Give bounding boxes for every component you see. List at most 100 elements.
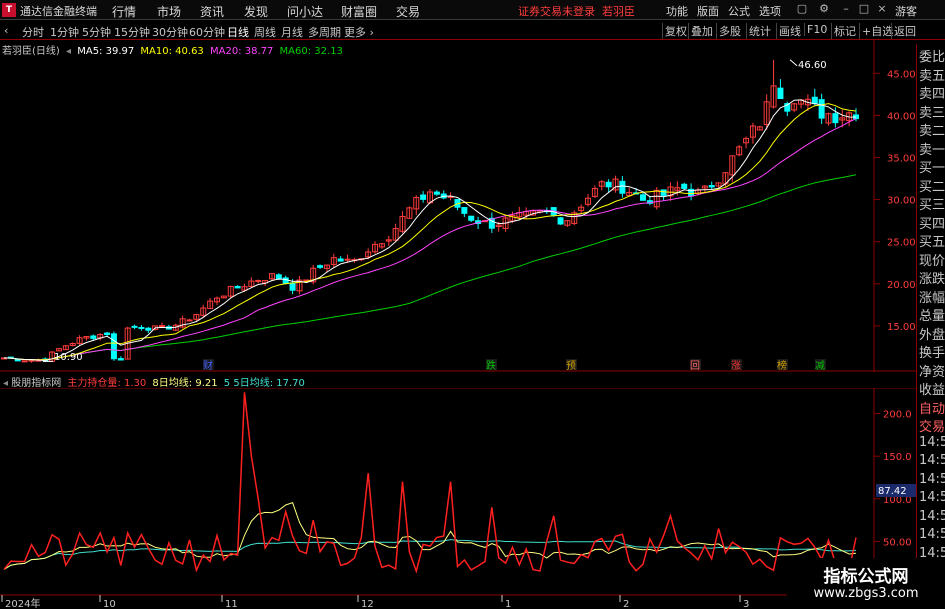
candle-body — [818, 99, 825, 119]
candle-body — [282, 277, 289, 285]
candle-body — [605, 181, 612, 188]
quote-panel-item: 14:56 — [919, 490, 945, 505]
period-intraday[interactable]: 分时 — [22, 24, 44, 40]
period-5min[interactable]: 5分钟 — [82, 24, 111, 40]
low-price-label: 10.90 — [54, 352, 83, 363]
ma-lines — [3, 59, 857, 362]
quote-panel-item: 14:56 — [919, 471, 945, 487]
candle-body — [289, 282, 296, 291]
quote-panel-item: 14:56 — [919, 453, 945, 468]
quote-panel-item: 交易 — [919, 420, 945, 435]
indicator-tick-label: 50.00 — [883, 537, 912, 548]
quote-panel-item: 换手 — [919, 346, 945, 361]
date-tick-label: 2 — [623, 599, 629, 609]
indicator-ma8-line — [3, 501, 857, 570]
tool-back[interactable]: 返回 — [891, 23, 918, 39]
event-marker-label: 跌 — [486, 359, 496, 372]
quote-panel-item: 卖二 — [919, 124, 945, 139]
layout-icon[interactable]: ▢ — [795, 2, 809, 16]
period-monthly[interactable]: 月线 — [281, 24, 303, 40]
back-arrow-icon[interactable]: ‹ — [4, 24, 8, 37]
candle-body — [468, 215, 475, 221]
event-marker-label: 回 — [690, 360, 700, 372]
quote-panel-item: 外盘 — [919, 327, 945, 343]
period-60min[interactable]: 60分钟 — [189, 24, 225, 40]
tool-mark[interactable]: 标记 — [831, 23, 858, 39]
indicator-header: ◂ 股朋指标网 主力持仓量: 1.30 8日均线: 9.21 5 5日均线: 1… — [0, 374, 305, 389]
tool-overlay[interactable]: 叠加 — [688, 23, 715, 39]
event-markers: 财跌预回涨榜减 — [203, 359, 826, 372]
ma20-line — [3, 118, 857, 361]
date-tick-label: 2024年 — [5, 597, 40, 609]
period-daily[interactable]: 日线 — [227, 24, 249, 40]
period-1min[interactable]: 1分钟 — [50, 24, 79, 40]
date-tick-label: 3 — [743, 599, 749, 609]
date-tick-label: 11 — [225, 599, 238, 609]
ma5-line — [3, 99, 857, 362]
high-price-label: 46.60 — [798, 60, 827, 71]
app-title: 通达信金融终端 — [20, 5, 97, 18]
high-pointer — [789, 59, 798, 67]
price-tick-label: 15.00 — [887, 322, 916, 333]
candle-body — [104, 332, 111, 336]
candle-body — [344, 258, 351, 261]
menu-function[interactable]: 功能 — [666, 3, 688, 19]
menu-layout[interactable]: 版面 — [697, 3, 719, 19]
menu-options[interactable]: 选项 — [759, 3, 781, 19]
period-weekly[interactable]: 周线 — [254, 24, 276, 40]
quote-panel-item: 委比 — [919, 50, 945, 65]
menu-quotes[interactable]: 行情 — [112, 3, 136, 20]
login-notice: 证券交易未登录 若羽臣 — [518, 3, 635, 19]
quote-panel: 委比 卖五 卖四 卖三 卖二 卖一 买一 买二 买三 买四 买五 现价 涨跌 涨幅 总量 外盘 换手 净资 收益 自动… — [916, 44, 945, 609]
minimize-icon[interactable]: – — [839, 2, 853, 16]
menu-xiaoda[interactable]: 问小达 — [287, 3, 323, 20]
quote-panel-item: 14:56 — [919, 434, 945, 450]
candle-body — [461, 207, 468, 214]
indicator-tick-label: 150.0 — [883, 452, 912, 463]
period-multi[interactable]: 多周期 — [308, 24, 341, 40]
tool-multistock[interactable]: 多股 — [716, 23, 743, 39]
candle-body — [708, 185, 715, 188]
close-icon[interactable]: × — [875, 2, 889, 16]
menu-wealth[interactable]: 财富圈 — [341, 3, 377, 20]
settings-icon[interactable]: ⚙ — [817, 2, 831, 16]
period-more[interactable]: 更多 › — [344, 24, 374, 40]
tool-add-watchlist[interactable]: +自选 — [859, 23, 895, 39]
quote-panel-item: 买三 — [919, 198, 945, 213]
event-marker-label: 财 — [203, 359, 213, 372]
indicator-grid — [0, 388, 916, 609]
candle-body — [681, 183, 688, 189]
candle-body — [420, 194, 427, 200]
candle-body — [557, 217, 564, 225]
period-15min[interactable]: 15分钟 — [114, 24, 150, 40]
menu-formula[interactable]: 公式 — [728, 3, 750, 19]
watermark: 指标公式网 www.zbgs3.com — [787, 558, 945, 609]
watermark-title: 指标公式网 — [823, 567, 909, 587]
menu-news[interactable]: 资讯 — [200, 3, 224, 20]
menu-market[interactable]: 市场 — [157, 3, 181, 20]
candle-body — [660, 189, 667, 196]
candle-body — [337, 258, 344, 262]
menu-discover[interactable]: 发现 — [244, 3, 268, 20]
user-label[interactable]: 游客 — [895, 3, 917, 19]
quote-panel-item: 14:56 — [919, 527, 945, 542]
candle-body — [317, 265, 324, 268]
tool-stats[interactable]: 统计 — [746, 23, 773, 39]
tool-draw[interactable]: 画线 — [776, 23, 803, 39]
price-axis: 45.00 40.00 35.00 30.00 25.00 20.00 15.00 — [874, 69, 916, 333]
menu-trade[interactable]: 交易 — [396, 3, 420, 20]
candle-body — [186, 319, 193, 322]
candlestick-chart[interactable]: 45.00 40.00 35.00 30.00 25.00 20.00 15.00 财 跌 预 回… — [0, 40, 916, 372]
maximize-icon[interactable]: □ — [857, 2, 871, 16]
tool-f10[interactable]: F10 — [804, 23, 829, 36]
quote-panel-item: 14:56 — [919, 508, 945, 524]
candle-body — [619, 180, 626, 194]
period-toolbar: ‹ 分时 1分钟 5分钟 15分钟 30分钟 60分钟 日线 周线 月线 多周期… — [0, 21, 945, 40]
candle-body — [777, 87, 784, 100]
period-30min[interactable]: 30分钟 — [152, 24, 188, 40]
indicator-chart[interactable]: 200.0150.0100.050.00 2024年 10 11 12 1 2 3 87.4… — [0, 388, 916, 609]
tool-adjust[interactable]: 复权 — [662, 23, 689, 39]
date-tick-label: 10 — [103, 599, 116, 609]
quote-panel-item: 现价 — [919, 253, 945, 269]
event-marker-label: 预 — [566, 360, 576, 372]
